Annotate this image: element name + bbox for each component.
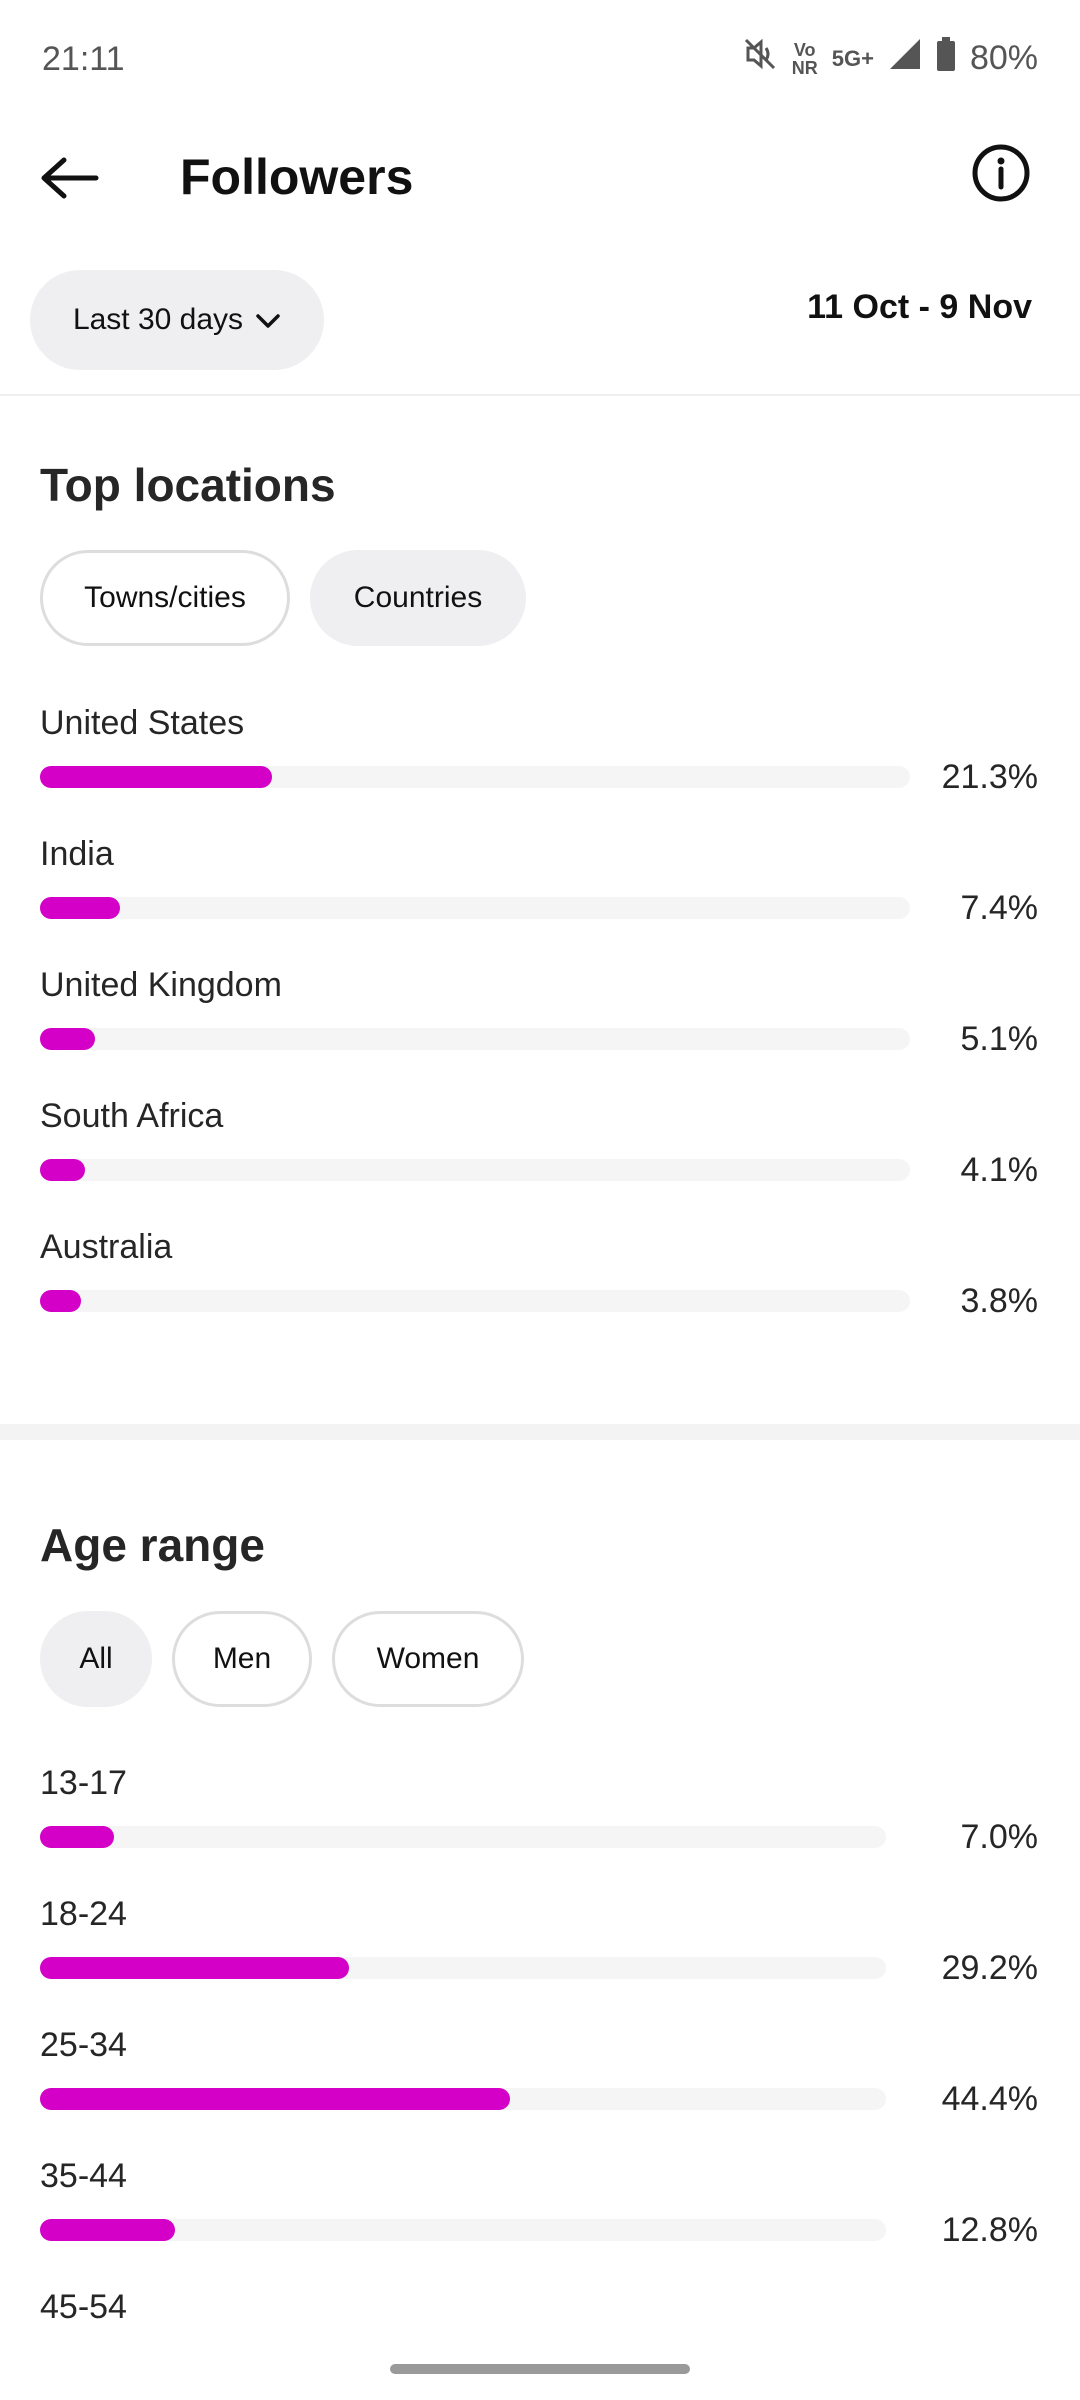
tab-label: Countries <box>353 581 483 614</box>
battery-icon <box>936 37 956 80</box>
range-label: Last 30 days <box>72 303 244 336</box>
bar-fill <box>40 1290 81 1312</box>
bar-track <box>40 1290 910 1312</box>
arrow-left-icon <box>40 156 100 205</box>
location-label: United Kingdom <box>40 966 282 1004</box>
bar-track <box>40 766 910 788</box>
location-value: 4.1% <box>960 1151 1039 1189</box>
location-value: 5.1% <box>960 1020 1039 1058</box>
info-button[interactable] <box>966 140 1036 210</box>
date-range-dropdown[interactable]: Last 30 days <box>30 270 324 370</box>
age-label: 45-54 <box>40 2288 127 2326</box>
age-range-title: Age range <box>40 1519 265 1571</box>
status-icons: Vo NR 5G+ 80% <box>742 36 1038 81</box>
divider <box>0 394 1080 396</box>
chevron-down-icon <box>255 303 281 337</box>
tab-label: Women <box>376 1642 480 1675</box>
age-label: 18-24 <box>40 1895 127 1933</box>
bar-track <box>40 1159 910 1181</box>
age-label: 25-34 <box>40 2026 127 2064</box>
location-label: United States <box>40 704 245 742</box>
vibrate-off-icon <box>742 36 778 81</box>
bar-fill <box>40 1826 114 1848</box>
tab-men[interactable]: Men <box>172 1611 312 1707</box>
bar-fill <box>40 897 120 919</box>
bar-fill <box>40 1957 349 1979</box>
page-title: Followers <box>180 149 414 205</box>
tab-countries[interactable]: Countries <box>310 550 526 646</box>
age-label: 35-44 <box>40 2157 127 2195</box>
bar-track <box>40 1957 886 1979</box>
age-value: 7.0% <box>960 1818 1039 1856</box>
bar-fill <box>40 766 272 788</box>
battery-level: 80% <box>969 39 1038 77</box>
network-type: 5G+ <box>831 45 874 71</box>
tab-label: Towns/cities <box>84 581 246 614</box>
bar-fill <box>40 1159 85 1181</box>
section-divider <box>0 1424 1080 1440</box>
tab-towns-cities[interactable]: Towns/cities <box>40 550 290 646</box>
top-locations-title: Top locations <box>40 459 336 511</box>
volte-top: Vo <box>793 39 816 60</box>
back-button[interactable] <box>30 140 110 220</box>
tab-all[interactable]: All <box>40 1611 152 1707</box>
location-value: 7.4% <box>960 889 1039 927</box>
bar-fill <box>40 2219 175 2241</box>
bar-track <box>40 2088 886 2110</box>
tab-women[interactable]: Women <box>332 1611 524 1707</box>
age-label: 13-17 <box>40 1764 127 1802</box>
location-label: India <box>40 835 114 873</box>
home-indicator[interactable] <box>390 2364 690 2374</box>
bar-fill <box>40 1028 95 1050</box>
info-circle-icon <box>971 143 1031 208</box>
volte-indicator: Vo NR <box>792 41 818 77</box>
age-value: 44.4% <box>941 2080 1038 2118</box>
location-value: 21.3% <box>941 758 1038 796</box>
age-value: 12.8% <box>941 2211 1038 2249</box>
location-value: 3.8% <box>960 1282 1039 1320</box>
bar-fill <box>40 2088 510 2110</box>
location-label: Australia <box>40 1228 173 1266</box>
tab-label: Men <box>212 1642 272 1675</box>
date-range-text: 11 Oct - 9 Nov <box>807 288 1032 326</box>
bar-track <box>40 1028 910 1050</box>
location-label: South Africa <box>40 1097 224 1135</box>
tab-label: All <box>79 1642 113 1675</box>
bar-track <box>40 897 910 919</box>
bar-track <box>40 2219 886 2241</box>
bar-track <box>40 1826 886 1848</box>
age-value: 29.2% <box>941 1949 1038 1987</box>
volte-bottom: NR <box>791 57 818 78</box>
status-time: 21:11 <box>42 40 125 78</box>
signal-icon <box>888 37 922 80</box>
